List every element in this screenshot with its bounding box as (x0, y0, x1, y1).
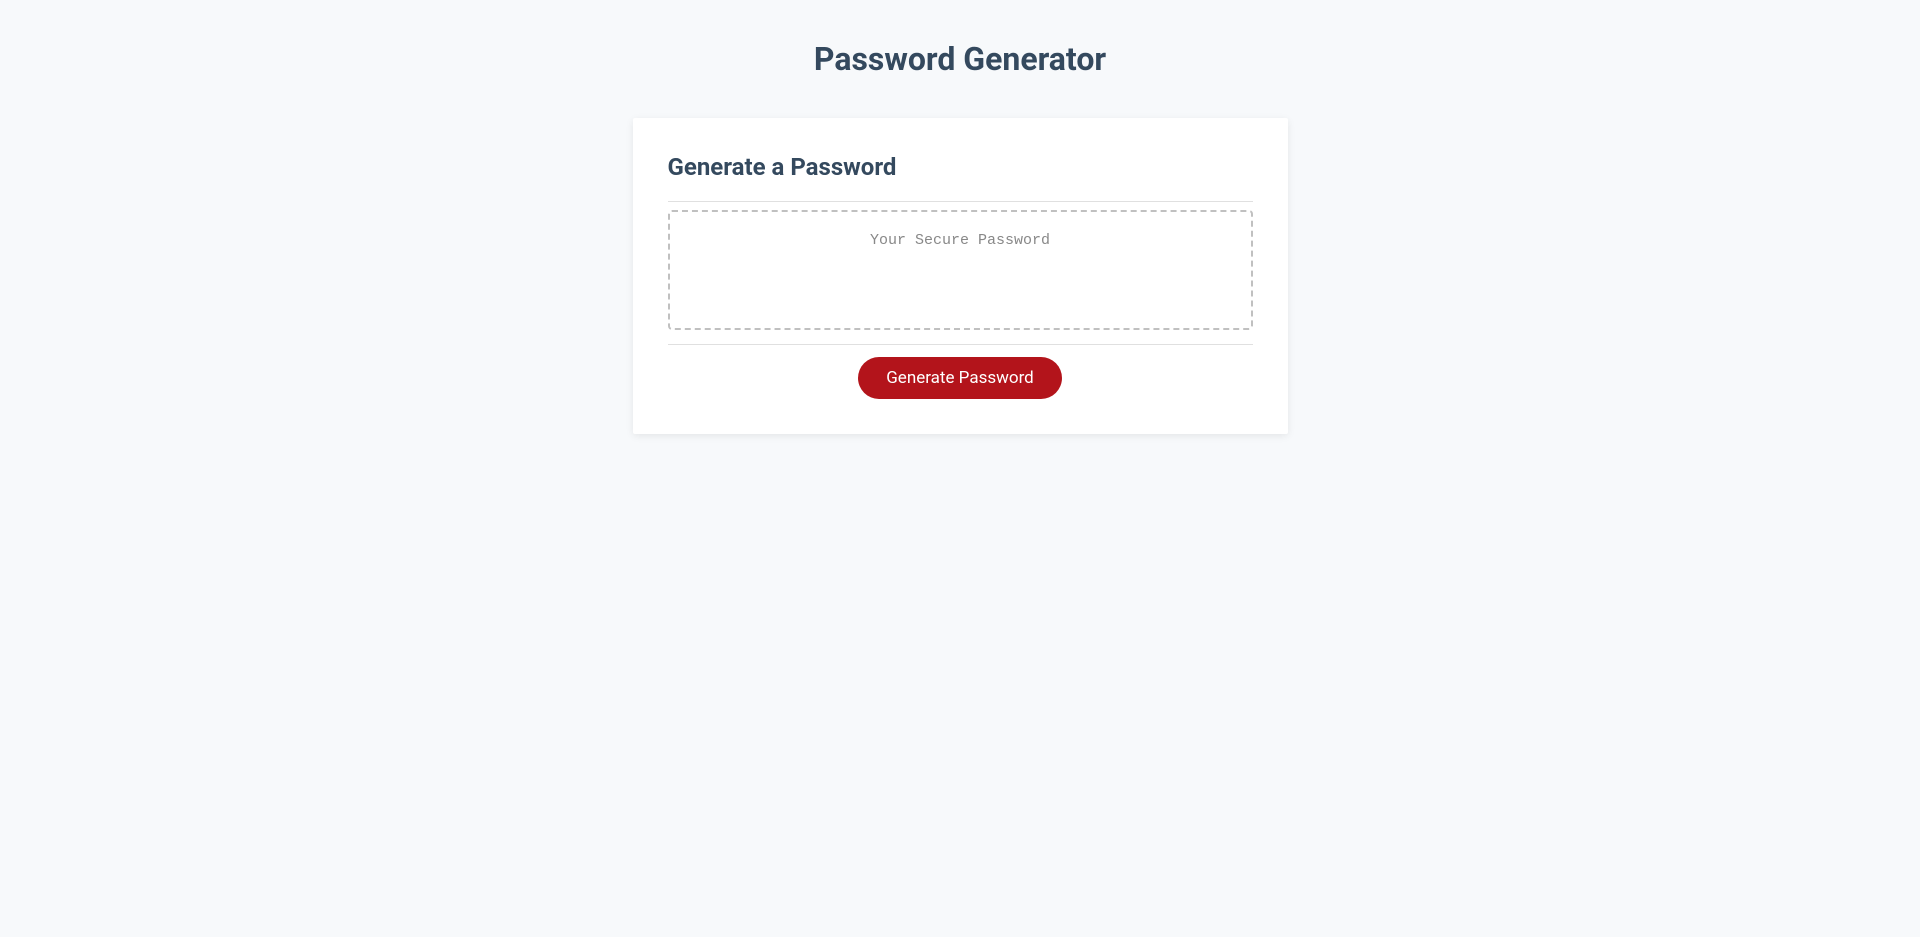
page-title: Password Generator (0, 40, 1920, 78)
password-output[interactable] (668, 210, 1253, 330)
card-header: Generate a Password (668, 153, 1253, 202)
card-footer: Generate Password (668, 344, 1253, 399)
generator-card: Generate a Password Generate Password (633, 118, 1288, 434)
card-title: Generate a Password (668, 153, 1253, 181)
generate-button[interactable]: Generate Password (858, 357, 1062, 399)
